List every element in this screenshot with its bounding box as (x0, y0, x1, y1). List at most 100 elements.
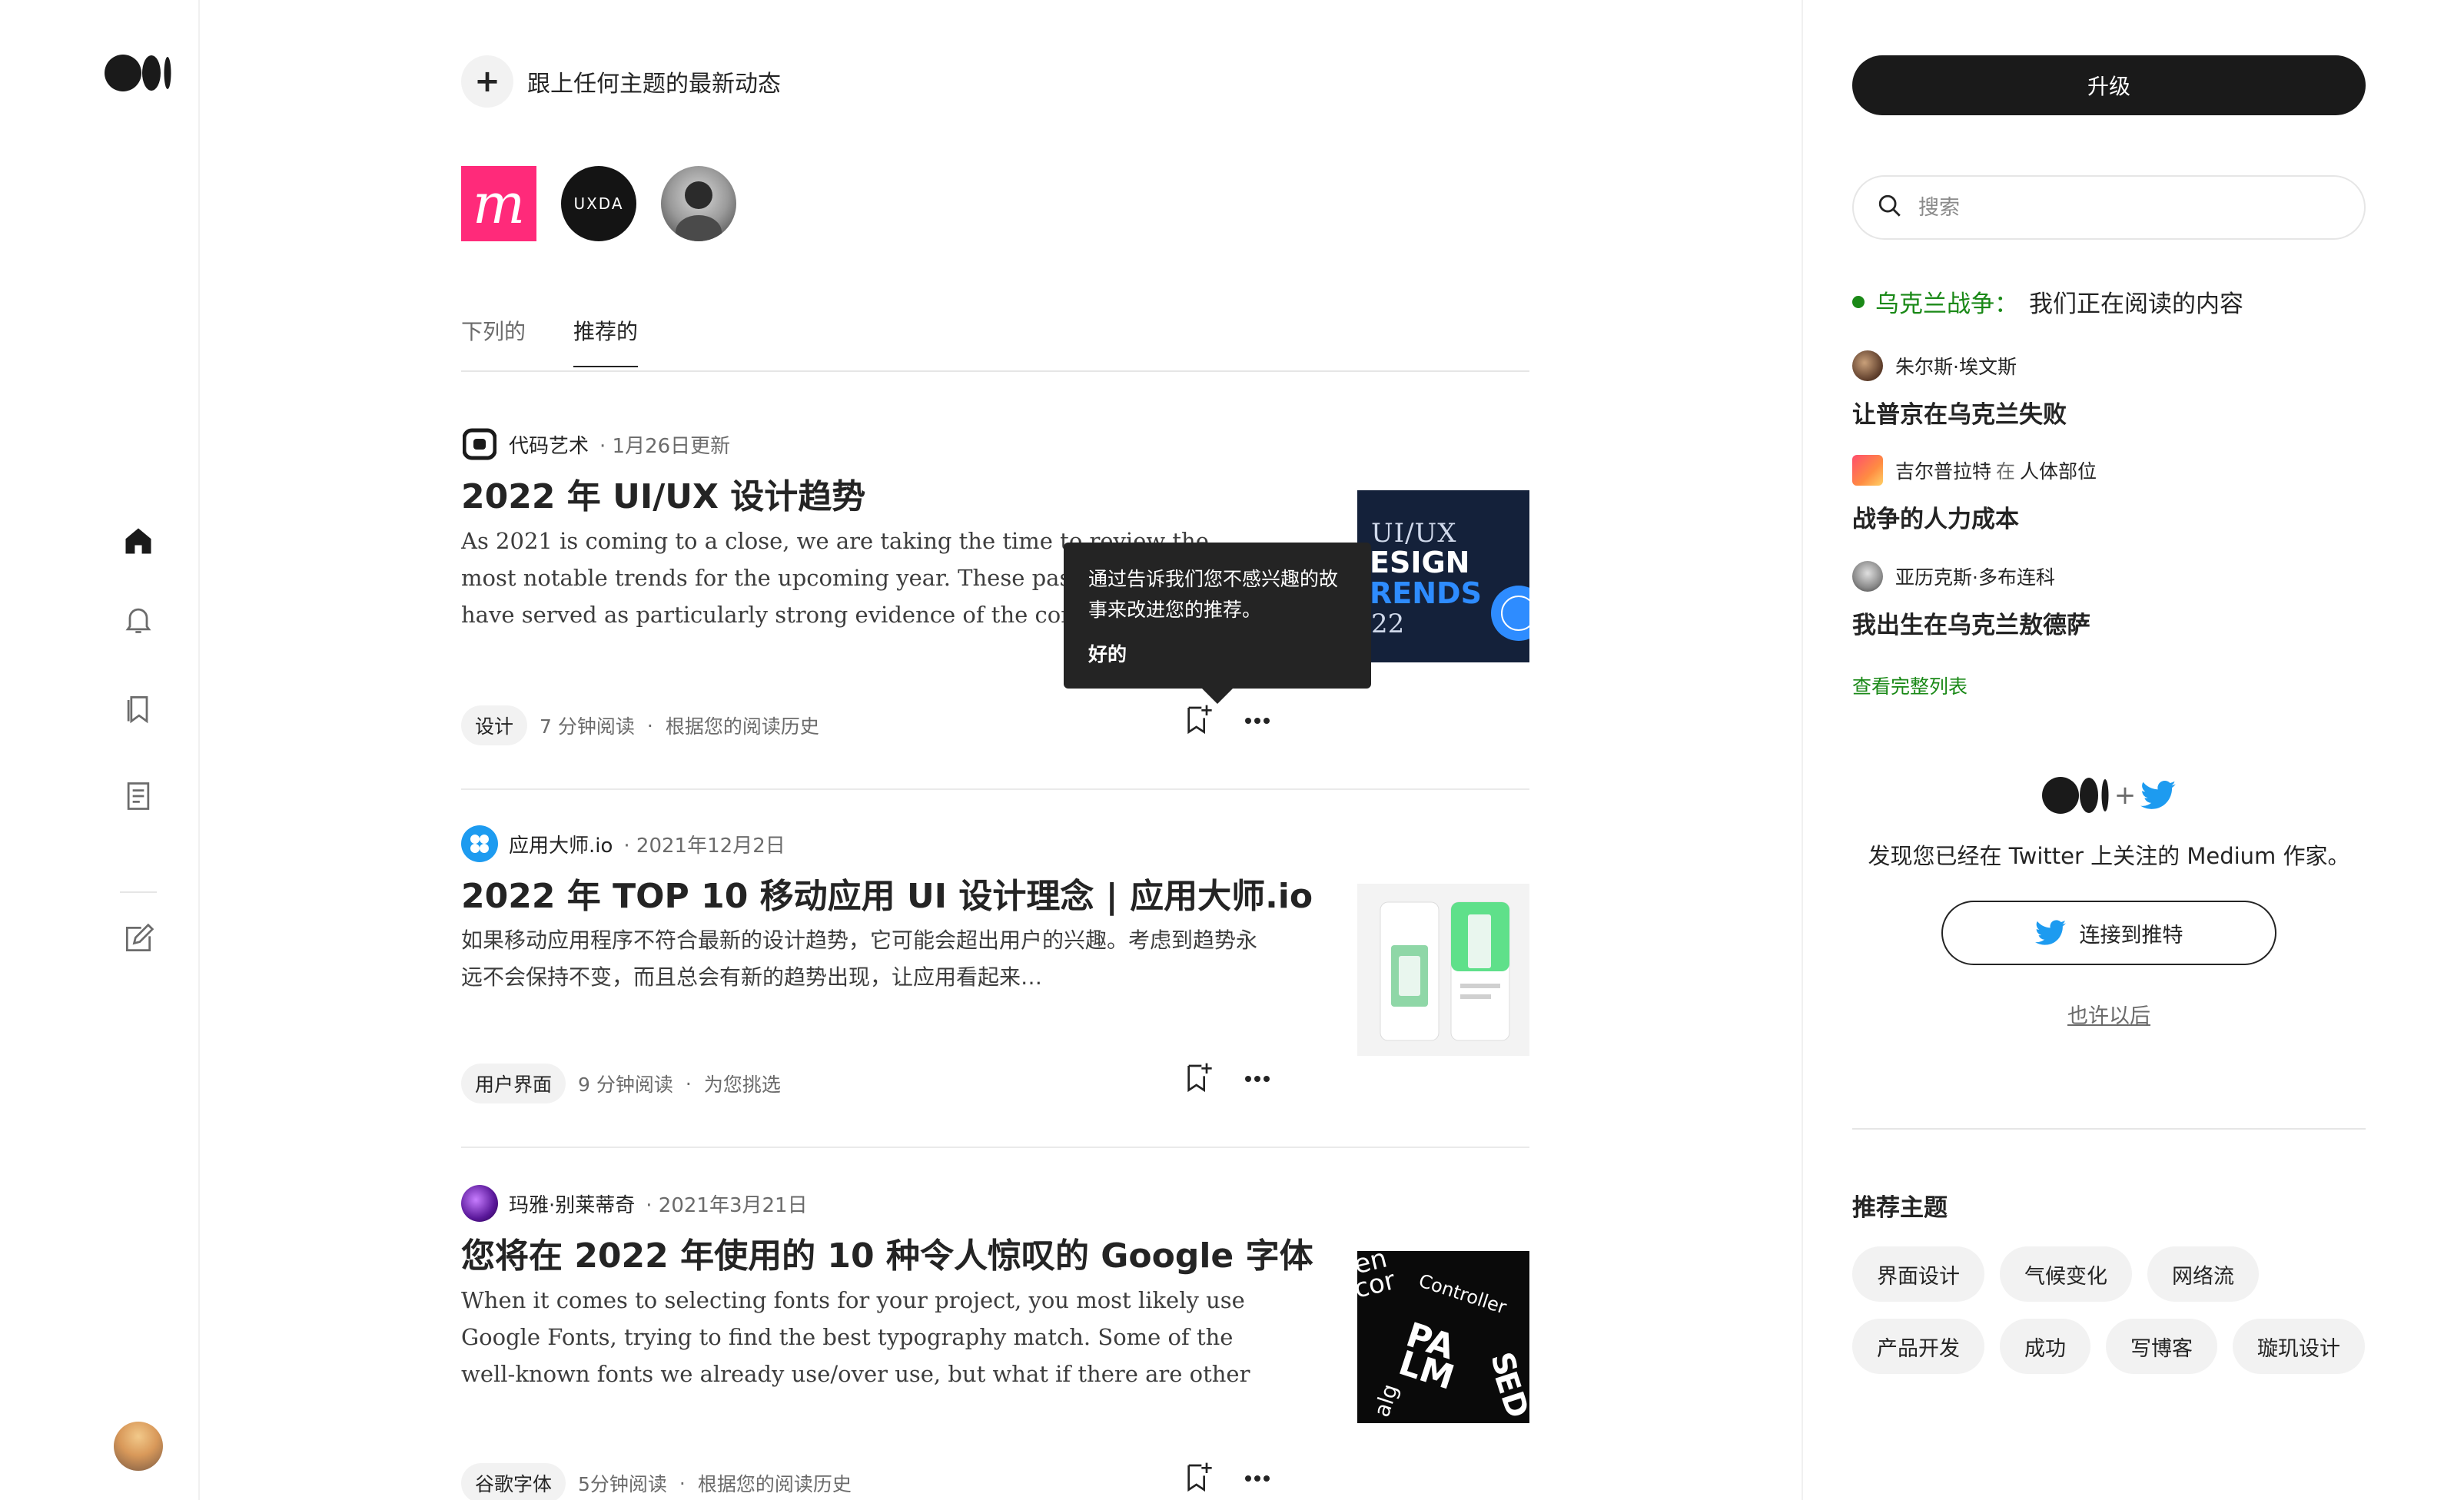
article-tag[interactable]: 谷歌字体 (461, 1463, 566, 1500)
tooltip-ok-button[interactable]: 好的 (1088, 639, 1347, 667)
article-meta: 设计 7 分钟阅读 · 根据您的阅读历史 (461, 705, 819, 745)
author-name[interactable]: 吉尔普拉特 (1895, 456, 1991, 484)
more-options-icon[interactable] (1242, 1072, 1273, 1087)
publication-avatar-m[interactable]: m (461, 166, 536, 241)
thumb-text-cor: cor (1357, 1265, 1399, 1305)
medium-logo[interactable] (105, 54, 172, 95)
recommended-topics-title: 推荐主题 (1852, 1194, 1948, 1222)
article-title[interactable]: 您将在 2022 年使用的 10 种令人惊叹的 Google 字体 (461, 1228, 1313, 1277)
topic-chip[interactable]: 成功 (2000, 1319, 2090, 1374)
topic-chip[interactable]: 写博客 (2106, 1319, 2217, 1374)
article-tag[interactable]: 用户界面 (461, 1064, 566, 1103)
news-topic[interactable]: 乌克兰战争： (1875, 284, 2018, 319)
upgrade-button[interactable]: 升级 (1852, 55, 2366, 115)
bookmark-add-icon[interactable] (1184, 702, 1214, 739)
meta-dot: · (685, 1072, 692, 1095)
read-time: 7 分钟阅读 (540, 715, 635, 738)
thumb-text-uiux: UI/UX (1371, 518, 1457, 549)
connect-twitter-button[interactable]: 连接到推特 (1941, 901, 2276, 965)
news-item[interactable]: 吉尔普拉特 在 人体部位 战争的人力成本 (1852, 455, 2366, 534)
publication-name[interactable]: 人体部位 (2020, 456, 2097, 484)
search-box[interactable] (1852, 175, 2366, 240)
read-time: 9 分钟阅读 (578, 1074, 673, 1096)
search-icon (1877, 193, 1903, 222)
twitter-prompt-text: 发现您已经在 Twitter 上关注的 Medium 作家。 (1868, 843, 2350, 869)
thumb-text-trends: RENDS (1370, 576, 1482, 610)
tab-recommended[interactable]: 推荐的 (573, 315, 639, 367)
thumb-text-year: 22 (1371, 609, 1405, 639)
tab-following[interactable]: 下列的 (461, 315, 526, 366)
notifications-bell-icon[interactable] (120, 601, 157, 638)
recommend-reason: 根据您的阅读历史 (697, 1473, 852, 1495)
news-author-row: 吉尔普拉特 在 人体部位 (1852, 455, 2366, 486)
article-title[interactable]: 2022 年 UI/UX 设计趋势 (461, 469, 865, 518)
stories-document-icon[interactable] (120, 778, 157, 815)
tooltip-arrow (1202, 689, 1233, 704)
author-name[interactable]: 玛雅·别莱蒂奇 (509, 1190, 635, 1218)
topic-chip[interactable]: 气候变化 (2000, 1246, 2132, 1302)
author-avatar[interactable] (661, 166, 736, 241)
article-title[interactable]: 2022 年 TOP 10 移动应用 UI 设计理念 | 应用大师.io (461, 868, 1313, 918)
twitter-bird-icon (2034, 920, 2066, 945)
author-name[interactable]: 亚历克斯·多布连科 (1895, 562, 2055, 590)
article-excerpt[interactable]: 如果移动应用程序不符合最新的设计趋势，它可能会超出用户的兴趣。考虑到趋势永远不会… (461, 922, 1260, 996)
article-excerpt[interactable]: When it comes to selecting fonts for you… (461, 1282, 1260, 1392)
bookmark-add-icon[interactable] (1184, 1460, 1214, 1497)
user-avatar[interactable] (114, 1422, 163, 1471)
phone-mockup-image (1380, 901, 1510, 1041)
news-author-row: 朱尔斯·埃文斯 (1852, 350, 2366, 381)
news-author-row: 亚历克斯·多布连科 (1852, 561, 2366, 592)
article-thumbnail[interactable]: UI/UX ESIGN RENDS 22 (1357, 490, 1529, 662)
news-title[interactable]: 战争的人力成本 (1852, 499, 2366, 534)
article-card[interactable]: 应用大师.io · 2021年12月2日 2022 年 TOP 10 移动应用 … (461, 825, 1529, 1117)
left-navigation (0, 0, 200, 1500)
news-item[interactable]: 朱尔斯·埃文斯 让普京在乌克兰失败 (1852, 350, 2366, 430)
author-avatar (461, 1185, 498, 1222)
plus-icon[interactable]: + (461, 55, 513, 108)
publication-name[interactable]: 应用大师.io (509, 830, 613, 858)
recommendation-tooltip: 通过告诉我们您不感兴趣的故事来改进您的推荐。 好的 (1064, 543, 1371, 704)
thumb-text-alg: alg (1369, 1381, 1403, 1420)
live-dot-icon (1852, 295, 1865, 308)
article-meta: 谷歌字体 5分钟阅读 · 根据您的阅读历史 (461, 1463, 852, 1500)
maybe-later-link[interactable]: 也许以后 (1852, 999, 2366, 1029)
more-options-icon[interactable] (1242, 1472, 1273, 1486)
see-full-list-link[interactable]: 查看完整列表 (1852, 672, 1968, 699)
article-actions (1184, 1060, 1273, 1097)
recommend-reason: 为您挑选 (703, 1074, 781, 1096)
article-date: · 2021年3月21日 (646, 1193, 808, 1217)
news-title[interactable]: 我出生在乌克兰敖德萨 (1852, 606, 2366, 640)
write-edit-icon[interactable] (120, 921, 157, 957)
author-avatar (1852, 561, 1883, 592)
topic-chip[interactable]: 璇玑设计 (2233, 1319, 2365, 1374)
main-feed: + 跟上任何主题的最新动态 m UXDA 下列的 推荐的 代码艺术 · 1月26… (461, 0, 1529, 1500)
article-date: · 2021年12月2日 (623, 834, 785, 858)
publication-name[interactable]: 代码艺术 (509, 430, 589, 459)
article-publication-row: 代码艺术 · 1月26日更新 (461, 426, 730, 463)
search-input[interactable] (1918, 195, 2349, 220)
article-card[interactable]: 玛雅·别莱蒂奇 · 2021年3月21日 您将在 2022 年使用的 10 种令… (461, 1185, 1529, 1500)
medium-twitter-logos: + (1852, 776, 2366, 815)
publication-logo-icon (461, 426, 498, 463)
bookmark-add-icon[interactable] (1184, 1060, 1214, 1097)
feed-tabs: 下列的 推荐的 (461, 304, 1529, 372)
article-thumbnail[interactable] (1357, 884, 1529, 1056)
publication-avatar-uxda[interactable]: UXDA (561, 166, 636, 241)
more-options-icon[interactable] (1242, 714, 1273, 728)
article-separator (461, 788, 1529, 790)
lists-bookmark-icon[interactable] (120, 690, 157, 727)
follow-topics-prompt[interactable]: + 跟上任何主题的最新动态 (461, 55, 781, 108)
publication-logo-icon (1852, 455, 1883, 486)
news-section-header[interactable]: 乌克兰战争： 我们正在阅读的内容 (1852, 284, 2243, 319)
author-name[interactable]: 朱尔斯·埃文斯 (1895, 352, 2017, 380)
news-title[interactable]: 让普京在乌克兰失败 (1852, 395, 2366, 430)
article-thumbnail[interactable]: en cor Controller PA LM S ED alg (1357, 1251, 1529, 1423)
plus-sign: + (2114, 780, 2137, 811)
topic-chip[interactable]: 界面设计 (1852, 1246, 1984, 1302)
topic-chip[interactable]: 网络流 (2147, 1246, 2259, 1302)
twitter-bird-icon (2140, 781, 2177, 809)
news-item[interactable]: 亚历克斯·多布连科 我出生在乌克兰敖德萨 (1852, 561, 2366, 640)
home-icon[interactable] (120, 523, 157, 559)
article-tag[interactable]: 设计 (461, 705, 528, 745)
topic-chip[interactable]: 产品开发 (1852, 1319, 1984, 1374)
